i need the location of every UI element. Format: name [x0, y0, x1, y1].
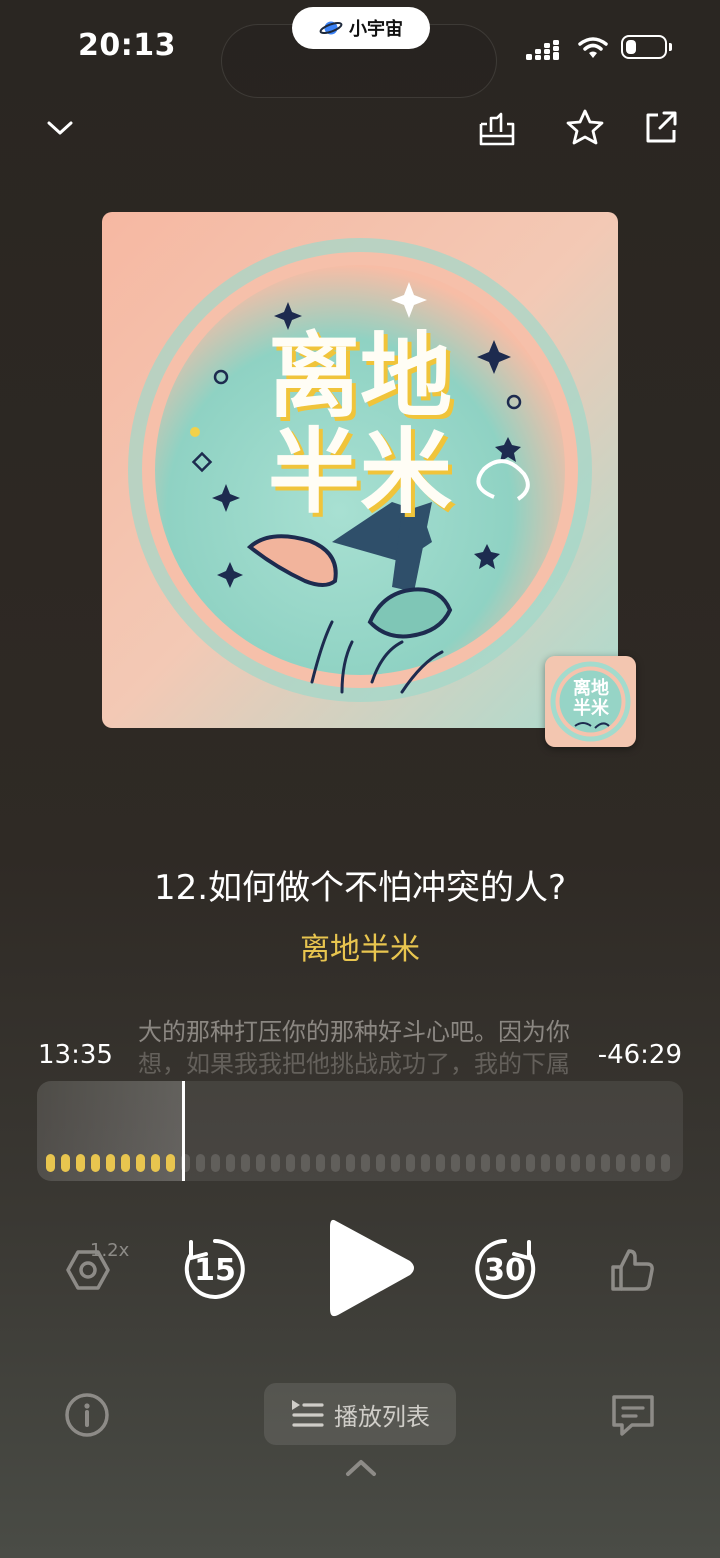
waveform-bar: [301, 1154, 310, 1172]
waveform-bar: [556, 1154, 565, 1172]
episode-title: 12.如何做个不怕冲突的人?: [153, 868, 567, 908]
transcript-preview[interactable]: 大的那种打压你的那种好斗心吧。因为你 想，如果我我把他挑战成功了，我的下属: [138, 1016, 598, 1080]
waveform-bar: [256, 1154, 265, 1172]
waveform-bar: [226, 1154, 235, 1172]
podcast-thumbnail-art: 离地 半米: [545, 656, 636, 747]
forward-icon: 30: [475, 1239, 536, 1299]
status-time: 20:13: [78, 28, 176, 63]
waveform-bar: [451, 1154, 460, 1172]
waveform-bar: [286, 1154, 295, 1172]
star-icon: [566, 109, 604, 145]
share-button[interactable]: [638, 104, 684, 150]
elapsed-time: 13:35: [38, 1040, 113, 1070]
playlist-label: 播放列表: [334, 1402, 430, 1431]
playlist-button[interactable]: 播放列表: [264, 1383, 456, 1445]
waveform-bar: [241, 1154, 250, 1172]
waveform-bar: [211, 1154, 220, 1172]
waveform-bar: [346, 1154, 355, 1172]
comments-button[interactable]: [608, 1390, 658, 1440]
waveform-bar: [631, 1154, 640, 1172]
playlist-icon: [292, 1400, 324, 1427]
podcast-name-link[interactable]: 离地半米: [0, 924, 720, 968]
info-button[interactable]: [62, 1390, 112, 1440]
transcript-line: 想，如果我我把他挑战成功了，我的下属: [138, 1050, 570, 1078]
waveform-bar: [406, 1154, 415, 1172]
waveform-bar: [136, 1154, 145, 1172]
rewind-15-button[interactable]: 15: [180, 1234, 250, 1304]
waveform-bar: [661, 1154, 670, 1172]
planet-icon: [319, 21, 343, 35]
tray-download-icon: [479, 112, 515, 146]
transcript-line: 大的那种打压你的那种好斗心吧。因为你: [138, 1018, 570, 1046]
waveform-bar: [46, 1154, 55, 1172]
waveform-bar: [541, 1154, 550, 1172]
thumb-title-line1: 离地: [573, 677, 609, 699]
cellular-signal-icon: [526, 40, 559, 60]
forward-30-button[interactable]: 30: [470, 1234, 540, 1304]
waveform-bar: [616, 1154, 625, 1172]
share-icon: [646, 111, 677, 143]
waveform-bar: [61, 1154, 70, 1172]
waveform-bar: [106, 1154, 115, 1172]
waveform-bar: [481, 1154, 490, 1172]
info-icon: [65, 1393, 109, 1437]
battery-level: [626, 40, 636, 54]
waveform-bar: [376, 1154, 385, 1172]
comment-icon: [612, 1395, 654, 1436]
download-tray-button[interactable]: [474, 106, 520, 150]
waveform-bar: [316, 1154, 325, 1172]
waveform-bar: [76, 1154, 85, 1172]
favorite-button[interactable]: [562, 104, 608, 150]
remaining-time: -46:29: [597, 1040, 682, 1070]
waveform-bar: [181, 1154, 190, 1172]
waveform-bar: [331, 1154, 340, 1172]
waveform-bar: [496, 1154, 505, 1172]
thumbs-up-icon: [611, 1249, 654, 1291]
waveform-bar: [91, 1154, 100, 1172]
battery-icon: [621, 35, 667, 59]
waveform-bar: [646, 1154, 655, 1172]
waveform-bar: [121, 1154, 130, 1172]
wifi-icon: [578, 37, 608, 58]
chevron-up-icon: [346, 1460, 376, 1476]
rewind-icon: 15: [184, 1239, 245, 1299]
cover-title-line2: 半米: [268, 419, 452, 526]
cover-title-line1: 离地: [268, 323, 452, 430]
play-icon: [330, 1219, 414, 1317]
island-app-pill[interactable]: 小宇宙: [292, 7, 430, 49]
waveform-bar: [361, 1154, 370, 1172]
chevron-down-icon: [47, 121, 73, 135]
expand-up-button[interactable]: [340, 1452, 382, 1482]
waveform-bar: [466, 1154, 475, 1172]
waveform-bar: [436, 1154, 445, 1172]
progress-scrubber[interactable]: [37, 1081, 683, 1181]
waveform-bar: [511, 1154, 520, 1172]
waveform-bar: [421, 1154, 430, 1172]
waveform-bar: [196, 1154, 205, 1172]
waveform-bar: [391, 1154, 400, 1172]
island-app-label: 小宇宙: [349, 19, 403, 40]
waveform-bar: [586, 1154, 595, 1172]
cover-illustration: 离地 离地 半米 半米: [102, 212, 618, 728]
podcast-thumbnail[interactable]: 离地 半米: [545, 656, 636, 747]
episode-cover-art: 离地 离地 半米 半米: [102, 212, 618, 728]
like-button[interactable]: [604, 1242, 660, 1298]
thumb-title-line2: 半米: [573, 697, 610, 719]
waveform-bar: [601, 1154, 610, 1172]
battery-tip: [669, 43, 672, 51]
play-button[interactable]: [318, 1208, 422, 1328]
waveform-bars: [46, 1154, 674, 1172]
waveform-bar: [151, 1154, 160, 1172]
collapse-player-button[interactable]: [38, 106, 82, 150]
waveform-bar: [526, 1154, 535, 1172]
forward-seconds: 30: [484, 1253, 526, 1288]
waveform-bar: [166, 1154, 175, 1172]
waveform-bar: [271, 1154, 280, 1172]
rewind-seconds: 15: [194, 1253, 236, 1288]
speed-label: 1.2x: [90, 1240, 130, 1261]
waveform-bar: [571, 1154, 580, 1172]
